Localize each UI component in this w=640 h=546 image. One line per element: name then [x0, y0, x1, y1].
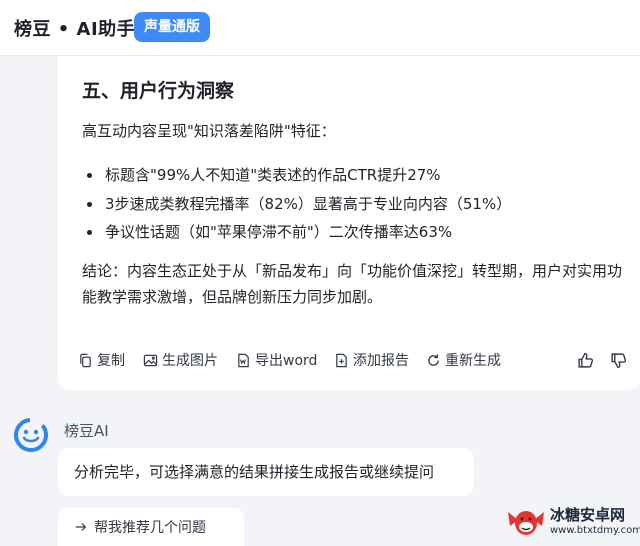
regenerate-label: 重新生成: [445, 353, 501, 369]
generate-image-label: 生成图片: [162, 353, 218, 369]
copy-label: 复制: [97, 353, 125, 369]
generate-image-button[interactable]: 生成图片: [143, 348, 218, 372]
thumbs-up-icon: [578, 352, 594, 368]
site-watermark: 冰糖安卓网 www.btxtdmy.com: [498, 498, 640, 546]
refresh-icon: [428, 353, 439, 366]
image-icon: [143, 354, 158, 366]
intro-text: 高互动内容呈现"知识落差陷阱"特征：: [82, 122, 336, 140]
list-item: 争议性话题（如"苹果停滞不前"）二次传播率达63%: [82, 218, 511, 247]
candy-logo-icon: [508, 511, 544, 535]
suggest-questions-label: 帮我推荐几个问题: [94, 520, 206, 536]
copy-button[interactable]: 复制: [78, 348, 125, 372]
suggest-questions-button[interactable]: 帮我推荐几个问题: [58, 508, 244, 546]
answer-card: 五、用户行为洞察 高互动内容呈现"知识落差陷阱"特征： 标题含"99%人不知道"…: [58, 56, 640, 390]
add-document-icon: [336, 353, 347, 367]
list-item: 标题含"99%人不知道"类表述的作品CTR提升27%: [82, 161, 511, 190]
list-item: 3步速成类教程完播率（82%）显著高于专业向内容（51%）: [82, 190, 511, 219]
ai-avatar: [14, 418, 48, 452]
export-word-label: 导出word: [255, 353, 318, 369]
add-report-label: 添加报告: [353, 353, 409, 369]
ai-message-bubble: 分析完毕，可选择满意的结果拼接生成报告或继续提问: [58, 448, 474, 496]
arrow-right-icon: [75, 523, 87, 531]
dislike-button[interactable]: [610, 348, 627, 372]
conclusion-text: 结论：内容生态正处于从「新品发布」向「功能价值深挖」转型期，用户对实用功能教学需…: [82, 262, 623, 306]
app-header: 榜豆 • AI助手 声量通版: [0, 0, 640, 56]
export-word-button[interactable]: 导出word: [236, 348, 317, 372]
copy-icon: [80, 353, 91, 367]
ai-name: 榜豆AI: [64, 422, 109, 440]
like-button[interactable]: [577, 348, 594, 372]
thumbs-down-icon: [611, 352, 627, 368]
answer-actions: 复制 生成图片 导出word 添加报告 重新生成: [78, 348, 634, 372]
version-badge[interactable]: 声量通版: [134, 12, 210, 42]
watermark-url: www.btxtdmy.com: [550, 525, 640, 536]
watermark-title: 冰糖安卓网: [550, 506, 626, 524]
regenerate-button[interactable]: 重新生成: [426, 348, 501, 372]
add-report-button[interactable]: 添加报告: [334, 348, 409, 372]
insight-list: 标题含"99%人不知道"类表述的作品CTR提升27% 3步速成类教程完播率（82…: [82, 161, 511, 247]
section-title: 五、用户行为洞察: [82, 80, 235, 102]
app-title: 榜豆 • AI助手: [14, 19, 136, 40]
word-file-icon: [238, 353, 249, 367]
